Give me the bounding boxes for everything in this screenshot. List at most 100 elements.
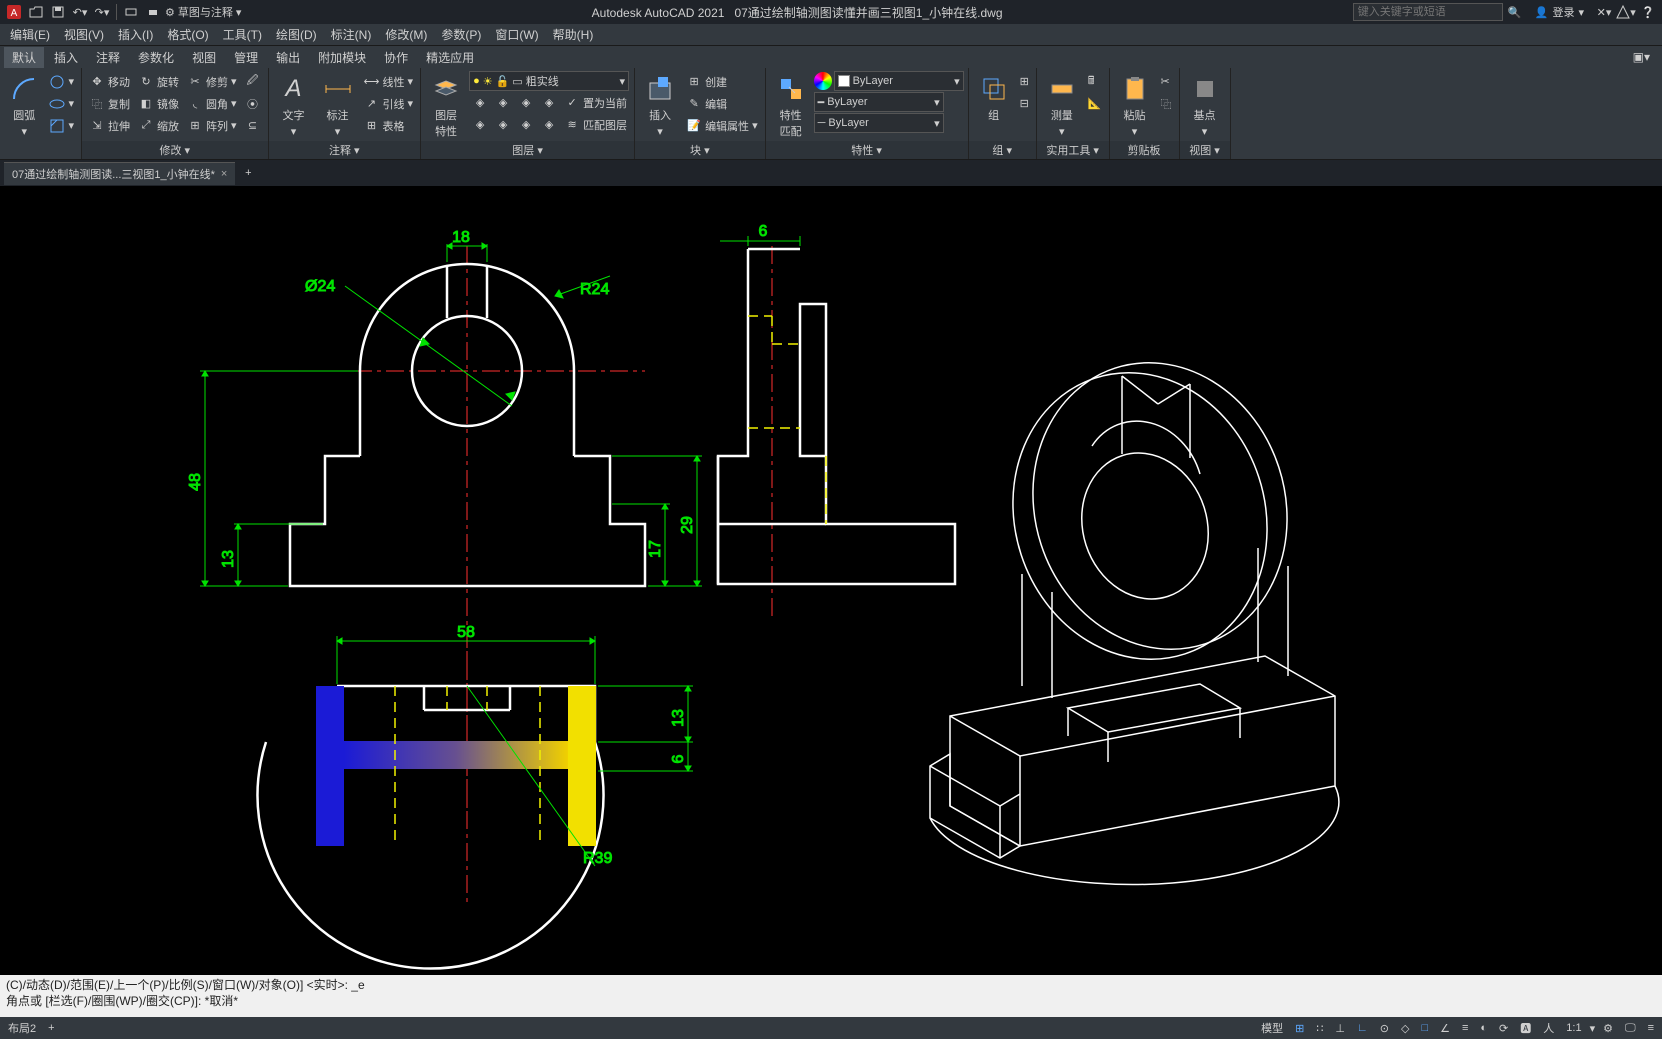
osnap-icon[interactable]: □ — [1417, 1017, 1432, 1039]
add-layout-button[interactable]: + — [44, 1017, 58, 1039]
layout-tab[interactable]: 布局2 — [4, 1017, 40, 1039]
linear-button[interactable]: ⟷线性 ▾ — [361, 71, 417, 92]
drawing-canvas[interactable]: 18 R24 Ø24 48 13 17 29 6 — [0, 186, 1662, 975]
base-button[interactable]: 基点▾ — [1184, 71, 1226, 141]
model-button[interactable]: 模型 — [1257, 1017, 1287, 1039]
circle-icon[interactable]: ▾ — [46, 71, 77, 92]
scale-button[interactable]: ⤢缩放 — [135, 115, 182, 136]
layer-icon4[interactable]: ◈ — [538, 92, 560, 113]
explode-icon[interactable]: ⦿ — [242, 93, 264, 114]
open-icon[interactable] — [26, 2, 46, 22]
ortho-icon[interactable]: ∟ — [1353, 1017, 1372, 1039]
polar-icon[interactable]: ⊙ — [1376, 1017, 1393, 1039]
panel-label[interactable]: 修改 ▾ — [82, 141, 268, 159]
monitor-icon[interactable]: 🖵 — [1621, 1017, 1640, 1039]
util-icon2[interactable]: 📐 — [1085, 93, 1105, 114]
menu-window[interactable]: 窗口(W) — [489, 24, 544, 45]
cut-icon[interactable]: ✂ — [1158, 71, 1175, 92]
panel-label[interactable]: 图层 ▾ — [421, 141, 634, 159]
fillet-button[interactable]: ◟圆角 ▾ — [184, 93, 240, 114]
customize-icon[interactable]: ≡ — [1644, 1017, 1658, 1039]
menu-dim[interactable]: 标注(N) — [325, 24, 378, 45]
iso-icon[interactable]: ◇ — [1397, 1017, 1413, 1039]
dim-button[interactable]: 标注▾ — [317, 71, 359, 141]
plot-icon[interactable] — [121, 2, 141, 22]
transparency-icon[interactable]: ◐ — [1476, 1017, 1491, 1039]
measure-button[interactable]: 测量▾ — [1041, 71, 1083, 141]
tab-param[interactable]: 参数化 — [130, 47, 182, 68]
lwt-icon[interactable]: ≡ — [1458, 1017, 1472, 1039]
layer-icon3[interactable]: ◈ — [515, 92, 537, 113]
redo-icon[interactable]: ↷▾ — [92, 2, 112, 22]
util-icon1[interactable]: 🖩 — [1085, 71, 1105, 92]
group-icon2[interactable]: ⊟ — [1017, 93, 1032, 114]
panel-label[interactable]: 组 ▾ — [969, 141, 1036, 159]
menu-tools[interactable]: 工具(T) — [217, 24, 268, 45]
matchlayer-button[interactable]: ≋匹配图层 — [561, 114, 630, 135]
workspace-dropdown[interactable]: ⚙ 草图与注释 ▾ — [165, 2, 241, 22]
table-button[interactable]: ⊞表格 — [361, 115, 417, 136]
menu-help[interactable]: 帮助(H) — [547, 24, 600, 45]
stretch-button[interactable]: ⇲拉伸 — [86, 115, 133, 136]
exchange-icon[interactable]: ✕▾ — [1594, 2, 1614, 22]
menu-view[interactable]: 视图(V) — [58, 24, 110, 45]
panel-label[interactable]: 视图 ▾ — [1180, 141, 1230, 159]
file-tab[interactable]: 07通过绘制轴测图读...三视图1_小钟在线*× — [4, 162, 235, 185]
print-icon[interactable] — [143, 2, 163, 22]
menu-edit[interactable]: 编辑(E) — [4, 24, 56, 45]
linetype-dropdown[interactable]: ─ByLayer▾ — [814, 113, 944, 133]
grid-icon[interactable]: ⊞ — [1291, 1017, 1308, 1039]
color-dropdown[interactable]: ByLayer▾ — [834, 71, 964, 91]
layer-icon1[interactable]: ◈ — [469, 92, 491, 113]
search-input[interactable] — [1353, 3, 1503, 21]
color-icon[interactable] — [814, 72, 832, 90]
close-tab-icon[interactable]: × — [221, 168, 227, 180]
annoscale-icon[interactable]: 人 — [1539, 1017, 1558, 1039]
group-button[interactable]: 组 — [973, 71, 1015, 141]
new-tab-button[interactable]: + — [237, 162, 259, 184]
setcur-button[interactable]: ✓置为当前 — [561, 92, 630, 113]
panel-label[interactable]: 块 ▾ — [635, 141, 765, 159]
tab-annotate[interactable]: 注释 — [88, 47, 128, 68]
snap-icon[interactable]: ∷ — [1312, 1017, 1327, 1039]
tab-collab[interactable]: 协作 — [376, 47, 416, 68]
menu-modify[interactable]: 修改(M) — [379, 24, 433, 45]
copy-button[interactable]: ⿻复制 — [86, 93, 133, 114]
help-icon[interactable]: ❔ — [1638, 2, 1658, 22]
app-menu-icon[interactable]: A — [4, 2, 24, 22]
insert-button[interactable]: 插入▾ — [639, 71, 681, 141]
arc-button[interactable]: 圆弧▾ — [4, 71, 44, 158]
copy-icon[interactable]: ⿻ — [1158, 93, 1175, 114]
layer-icon7[interactable]: ◈ — [515, 114, 537, 135]
undo-icon[interactable]: ↶▾ — [70, 2, 90, 22]
leader-button[interactable]: ↗引线 ▾ — [361, 93, 417, 114]
tab-expand-icon[interactable]: ▣▾ — [1625, 48, 1658, 66]
save-icon[interactable] — [48, 2, 68, 22]
tab-default[interactable]: 默认 — [4, 47, 44, 68]
tab-view[interactable]: 视图 — [184, 47, 224, 68]
scale-display[interactable]: 1:1 — [1562, 1017, 1585, 1039]
cycle-icon[interactable]: ⟳ — [1495, 1017, 1512, 1039]
tab-manage[interactable]: 管理 — [226, 47, 266, 68]
layer-icon6[interactable]: ◈ — [492, 114, 514, 135]
tab-addon[interactable]: 附加模块 — [310, 47, 374, 68]
tab-featured[interactable]: 精选应用 — [418, 47, 482, 68]
rotate-button[interactable]: ↻旋转 — [135, 71, 182, 92]
hatch-icon[interactable]: ▾ — [46, 115, 77, 136]
login-button[interactable]: 👤 登录 ▾ — [1527, 4, 1592, 20]
text-button[interactable]: A文字▾ — [273, 71, 315, 141]
create-button[interactable]: ⊞创建 — [683, 71, 761, 92]
ellipse-icon[interactable]: ▾ — [46, 93, 77, 114]
menu-draw[interactable]: 绘图(D) — [270, 24, 323, 45]
erase-icon[interactable]: 🖉 — [242, 71, 264, 92]
workspace-icon[interactable]: ⚙ — [1599, 1017, 1617, 1039]
trim-button[interactable]: ✂修剪 ▾ — [184, 71, 240, 92]
layer-icon5[interactable]: ◈ — [469, 114, 491, 135]
panel-label[interactable]: 注释 ▾ — [269, 141, 421, 159]
attr-button[interactable]: 📝编辑属性 ▾ — [683, 115, 761, 136]
menu-format[interactable]: 格式(O) — [161, 24, 214, 45]
group-icon1[interactable]: ⊞ — [1017, 71, 1032, 92]
panel-label[interactable]: 实用工具 ▾ — [1037, 141, 1109, 159]
layer-props-button[interactable]: 图层 特性 — [425, 71, 467, 141]
layer-icon2[interactable]: ◈ — [492, 92, 514, 113]
